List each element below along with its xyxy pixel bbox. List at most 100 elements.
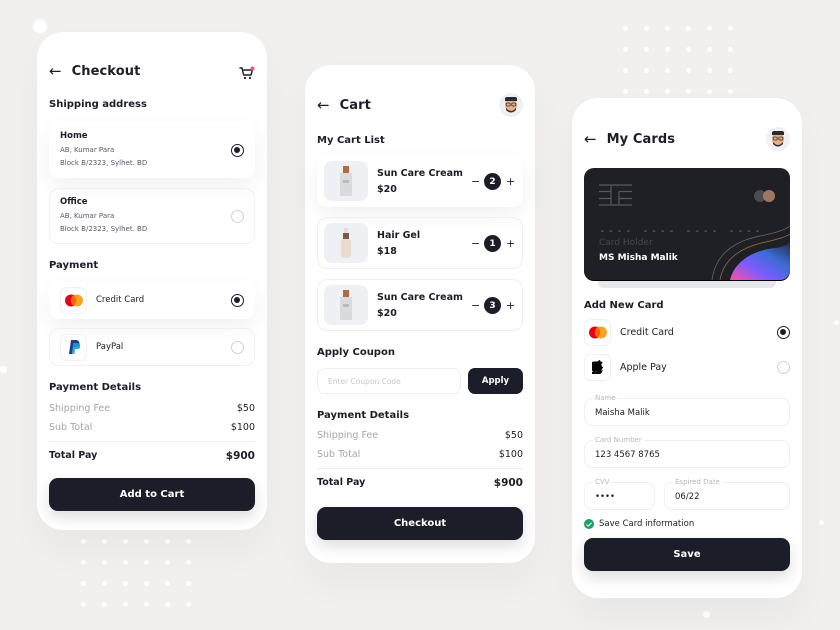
total-label: Total Pay — [49, 450, 98, 461]
card-preview-wrap: ---- ---- ---- ---- Card Holder MS Misha… — [584, 168, 790, 296]
expiry-date-input[interactable] — [675, 492, 781, 502]
option-radio-selected[interactable] — [777, 325, 790, 339]
payment-radio[interactable] — [231, 340, 244, 354]
credit-card-preview[interactable]: ---- ---- ---- ---- Card Holder MS Misha… — [584, 168, 790, 280]
total-value: $900 — [493, 477, 523, 489]
checkmark-icon[interactable] — [584, 519, 594, 529]
page-title: Checkout — [71, 64, 141, 79]
detail-row-shipping: Shipping Fee $50 — [317, 430, 523, 441]
background-dots-bottom — [81, 539, 207, 623]
add-to-cart-button[interactable]: Add to Cart — [49, 478, 255, 511]
save-button[interactable]: Save — [584, 538, 790, 571]
total-row: Total Pay $900 — [49, 450, 255, 462]
detail-label: Sub Total — [49, 422, 93, 433]
address-line: Block B/2323, Sylhet. BD — [60, 159, 148, 167]
quantity-value: 2 — [484, 173, 501, 190]
card-option-credit-card[interactable]: Credit Card — [584, 318, 790, 346]
page-title: Cart — [339, 97, 371, 113]
page-title: My Cards — [606, 131, 676, 147]
card-option-apple-pay[interactable]: Apple Pay — [584, 353, 790, 381]
cart-item[interactable]: Sun Care Cream $20 − 2 + — [317, 155, 523, 207]
detail-row-subtotal: Sub Total $100 — [49, 422, 255, 433]
card-number-field[interactable]: Card Number — [584, 436, 790, 468]
detail-value: $100 — [230, 422, 255, 433]
mastercard-icon — [754, 190, 776, 202]
cvv-input[interactable] — [595, 492, 654, 502]
quantity-stepper: − 2 + — [471, 173, 515, 190]
option-radio[interactable] — [777, 360, 790, 374]
payment-radio-selected[interactable] — [231, 293, 244, 307]
payment-option-credit-card[interactable]: Credit Card — [49, 281, 255, 319]
address-option-office[interactable]: Office AB, Kumar Para Block B/2323, Sylh… — [49, 188, 255, 244]
payment-label: PayPal — [96, 342, 124, 352]
decrease-button[interactable]: − — [471, 237, 480, 250]
arrow-left-icon[interactable]: ← — [317, 97, 330, 113]
background-circle — [834, 320, 839, 325]
field-label: CVV — [593, 478, 612, 486]
payment-option-paypal[interactable]: PayPal — [49, 328, 255, 366]
field-label: Name — [593, 394, 618, 402]
background-circle — [0, 366, 7, 373]
save-card-checkbox[interactable]: Save Card information — [584, 519, 790, 529]
apply-coupon-title: Apply Coupon — [317, 347, 395, 358]
expiry-date-field[interactable]: Espired Date — [664, 478, 790, 510]
decrease-button[interactable]: − — [471, 175, 480, 188]
cart-item[interactable]: Hair Gel $18 − 1 + — [317, 217, 523, 269]
avatar[interactable] — [499, 93, 523, 117]
address-line: Block B/2323, Sylhet. BD — [60, 225, 148, 233]
increase-button[interactable]: + — [506, 299, 515, 312]
detail-label: Shipping Fee — [317, 430, 379, 441]
divider — [317, 468, 523, 469]
increase-button[interactable]: + — [506, 237, 515, 250]
background-circle — [703, 611, 710, 618]
cart-item[interactable]: Sun Care Cream $20 − 3 + — [317, 279, 523, 331]
coupon-input[interactable] — [317, 368, 461, 394]
checkout-header: ← Checkout — [49, 64, 255, 79]
arrow-left-icon[interactable]: ← — [49, 64, 62, 79]
card-decoration — [711, 225, 790, 280]
card-number-input[interactable] — [595, 450, 769, 460]
address-radio-selected[interactable] — [231, 143, 244, 157]
item-price: $20 — [377, 183, 397, 195]
arrow-left-icon[interactable]: ← — [584, 131, 597, 147]
detail-row-shipping: Shipping Fee $50 — [49, 403, 255, 414]
quantity-value: 3 — [484, 297, 501, 314]
cart-header: ← Cart — [317, 93, 523, 117]
card-chip-icon — [599, 184, 632, 206]
detail-value: $50 — [236, 403, 255, 414]
background-circle — [33, 19, 47, 33]
detail-label: Sub Total — [317, 449, 361, 460]
apple-icon — [584, 353, 611, 381]
shipping-address-title: Shipping address — [49, 99, 147, 110]
address-radio[interactable] — [231, 209, 244, 223]
paypal-icon — [60, 333, 87, 361]
quantity-value: 1 — [484, 235, 501, 252]
checkout-screen: ← Checkout Shipping address Home AB, Kum… — [37, 32, 267, 530]
item-name: Sun Care Cream — [377, 291, 463, 303]
payment-title: Payment — [49, 260, 99, 271]
address-line: AB, Kumar Para — [60, 146, 115, 154]
quantity-stepper: − 1 + — [471, 235, 515, 252]
name-input[interactable] — [595, 408, 769, 418]
detail-label: Shipping Fee — [49, 403, 111, 414]
address-option-home[interactable]: Home AB, Kumar Para Block B/2323, Sylhet… — [49, 122, 255, 178]
address-name: Office — [60, 197, 88, 207]
decrease-button[interactable]: − — [471, 299, 480, 312]
option-label: Credit Card — [620, 326, 674, 338]
option-label: Apple Pay — [620, 361, 667, 373]
coupon-row: Apply — [317, 368, 523, 394]
increase-button[interactable]: + — [506, 175, 515, 188]
checkout-button[interactable]: Checkout — [317, 507, 523, 540]
avatar[interactable] — [766, 127, 790, 151]
name-field[interactable]: Name — [584, 394, 790, 426]
product-image — [324, 161, 368, 201]
item-name: Sun Care Cream — [377, 167, 463, 179]
my-cards-screen: ← My Cards ---- ---- ---- ---- Card Hold… — [572, 98, 802, 598]
apply-coupon-button[interactable]: Apply — [468, 368, 523, 394]
total-value: $900 — [225, 450, 255, 462]
payment-label: Credit Card — [96, 295, 145, 305]
cvv-field[interactable]: CVV — [584, 478, 655, 510]
product-image — [324, 285, 368, 325]
add-new-card-title: Add New Card — [584, 300, 664, 311]
cart-icon[interactable] — [239, 65, 255, 79]
